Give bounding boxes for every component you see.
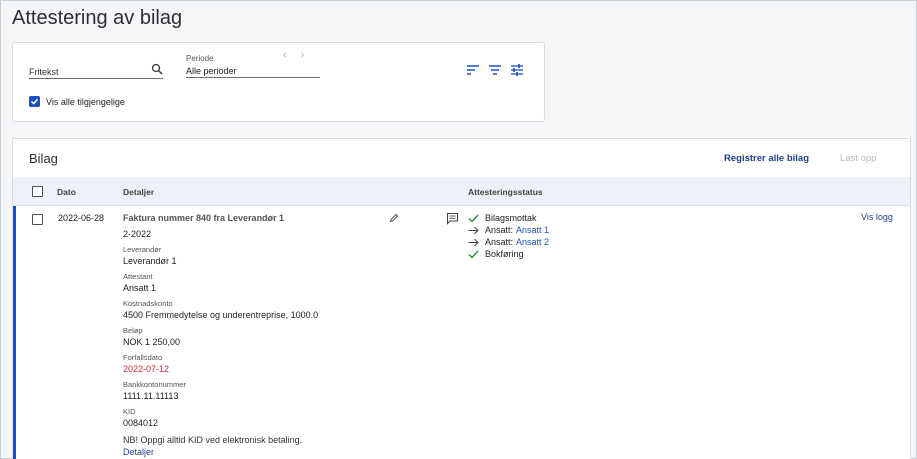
filter-panel: Fritekst Periode Alle perioder ‹ › Vis a… [12, 42, 545, 122]
table-header: Dato Detaljer Attesteringsstatus [13, 177, 910, 206]
vis-alle-checkbox-row[interactable]: Vis alle tilgjengelige [29, 96, 125, 107]
bankkontonummer-label: Bankkontonummer [123, 380, 186, 389]
last-opp-button[interactable]: Last opp [840, 153, 876, 164]
sort-icon[interactable] [466, 63, 480, 77]
filter-icon[interactable] [488, 63, 502, 77]
table-row: 2022-06-28 Faktura nummer 840 fra Levera… [13, 206, 910, 459]
page-title: Attestering av bilag [12, 7, 183, 29]
row-checkbox[interactable] [32, 214, 43, 225]
leverandor-value: Leverandør 1 [123, 256, 177, 266]
arrow-right-icon [468, 225, 480, 235]
view-options [466, 63, 524, 77]
kid-value: 0084012 [123, 418, 159, 428]
attestant-value: Ansatt 1 [123, 283, 157, 293]
registrer-alle-bilag-button[interactable]: Registrer alle bilag [724, 153, 809, 164]
status-step: Bilagsmottak [468, 212, 549, 224]
bilag-title: Bilag [29, 151, 58, 166]
detaljer-link[interactable]: Detaljer [123, 446, 373, 458]
belop-label: Beløp [123, 326, 143, 335]
status-step-text: Bokføring [485, 249, 524, 259]
periode-nav: ‹ › [283, 49, 304, 61]
fritekst-placeholder: Fritekst [29, 67, 59, 77]
periode-label: Periode [186, 54, 214, 63]
attestant-label: Attestant [123, 272, 153, 281]
status-step: Ansatt: Ansatt 2 [468, 236, 549, 248]
tune-icon[interactable] [510, 63, 524, 77]
vis-logg-link[interactable]: Vis logg [861, 212, 893, 222]
ansatt-link[interactable]: Ansatt 2 [516, 237, 549, 247]
comment-icon[interactable] [446, 212, 459, 225]
column-header-attesteringsstatus: Attesteringsstatus [468, 187, 543, 197]
chevron-right-icon[interactable]: › [301, 49, 305, 61]
ansatt-link[interactable]: Ansatt 1 [516, 225, 549, 235]
checkmark-icon [30, 98, 39, 105]
fritekst-search-field[interactable]: Fritekst [29, 63, 163, 79]
kid-label: KID [123, 407, 136, 416]
forfallsdato-label: Forfallsdato [123, 353, 163, 362]
vis-alle-label: Vis alle tilgjengelige [46, 96, 125, 107]
status-step-text: Bilagsmottak [485, 213, 537, 223]
pencil-icon[interactable] [389, 213, 399, 223]
forfallsdato-value: 2022-07-12 [123, 364, 170, 374]
bilag-panel: Bilag Registrer alle bilag Last opp Dato… [12, 138, 911, 459]
leverandor-label: Leverandør [123, 245, 162, 254]
select-all-checkbox[interactable] [32, 186, 43, 197]
kostnadskonto-value: 4500 Fremmedytelse og underentreprise, 1… [123, 310, 319, 320]
kid-note: NB! Oppgi alltid KID ved elektronisk bet… [123, 435, 303, 445]
periode-value: Alle perioder [186, 66, 237, 76]
arrow-right-icon [468, 237, 480, 247]
row-details: Faktura nummer 840 fra Leverandør 1 2-20… [123, 212, 373, 458]
belop-value: NOK 1 250,00 [123, 337, 181, 347]
check-icon [468, 213, 480, 223]
status-step-text: Ansatt: [485, 237, 514, 247]
attesteringsstatus-list: Bilagsmottak Ansatt: Ansatt 1 Ansatt: An… [468, 212, 549, 260]
chevron-left-icon[interactable]: ‹ [283, 49, 287, 61]
bilag-heading: Faktura nummer 840 fra Leverandør 1 [123, 213, 285, 223]
row-dato: 2022-06-28 [58, 213, 105, 223]
vis-alle-checkbox[interactable] [29, 96, 40, 107]
bilag-periode: 2-2022 [123, 229, 152, 239]
kostnadskonto-label: Kostnadskonto [123, 299, 173, 308]
status-step: Bokføring [468, 248, 549, 260]
status-step: Ansatt: Ansatt 1 [468, 224, 549, 236]
search-icon[interactable] [151, 63, 163, 75]
status-step-text: Ansatt: [485, 225, 514, 235]
check-icon [468, 249, 480, 259]
column-header-detaljer: Detaljer [123, 187, 155, 197]
column-header-dato[interactable]: Dato [57, 187, 76, 197]
bankkontonummer-value: 1111.11.11113 [123, 391, 179, 401]
